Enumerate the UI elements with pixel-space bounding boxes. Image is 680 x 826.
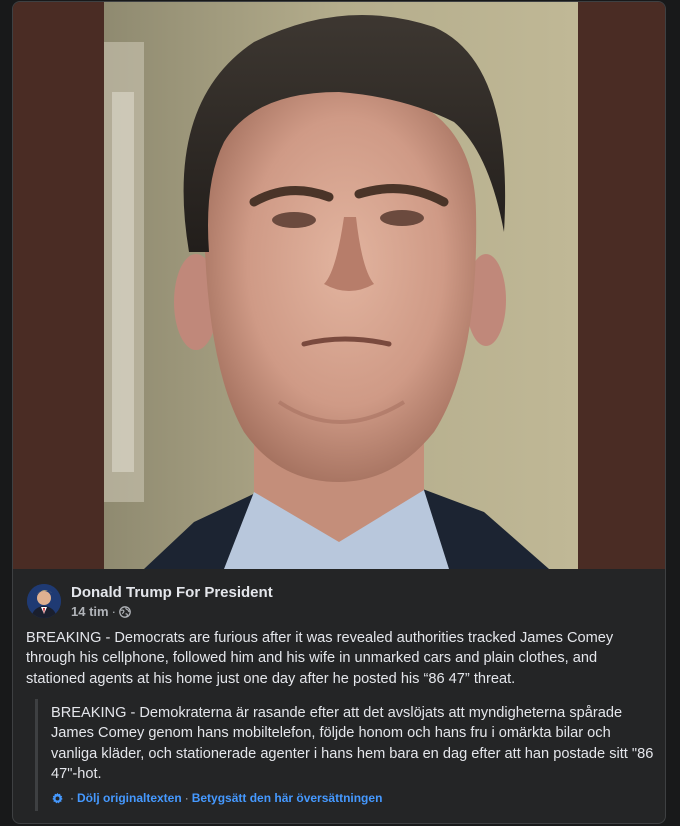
- translation-block: BREAKING - Demokraterna är rasande efter…: [35, 699, 655, 811]
- portrait-image: [104, 2, 578, 569]
- meta-separator: ·: [111, 604, 116, 619]
- post-timestamp[interactable]: 14 tim: [71, 604, 109, 620]
- rate-translation-link[interactable]: Betygsätt den här översättningen: [192, 791, 383, 805]
- post-text: BREAKING - Democrats are furious after i…: [26, 630, 614, 687]
- translated-text: BREAKING - Demokraterna är rasande efter…: [51, 705, 654, 782]
- post-photo[interactable]: [104, 2, 578, 569]
- post-card: Donald Trump For President 14 tim · BREA…: [12, 1, 666, 824]
- post-header: Donald Trump For President 14 tim ·: [27, 582, 647, 622]
- post-media[interactable]: [13, 2, 665, 569]
- link-separator-2: ·: [184, 791, 189, 805]
- avatar[interactable]: [27, 584, 61, 618]
- hide-original-link[interactable]: Dölj originaltexten: [77, 791, 182, 805]
- avatar-image: [27, 584, 61, 618]
- translation-actions: · Dölj originaltexten · Betygsätt den hä…: [51, 791, 382, 805]
- gear-icon[interactable]: [51, 792, 64, 805]
- link-separator: ·: [70, 791, 74, 805]
- post-meta: 14 tim ·: [71, 604, 131, 620]
- globe-icon[interactable]: [119, 606, 131, 618]
- author-name[interactable]: Donald Trump For President: [71, 584, 273, 602]
